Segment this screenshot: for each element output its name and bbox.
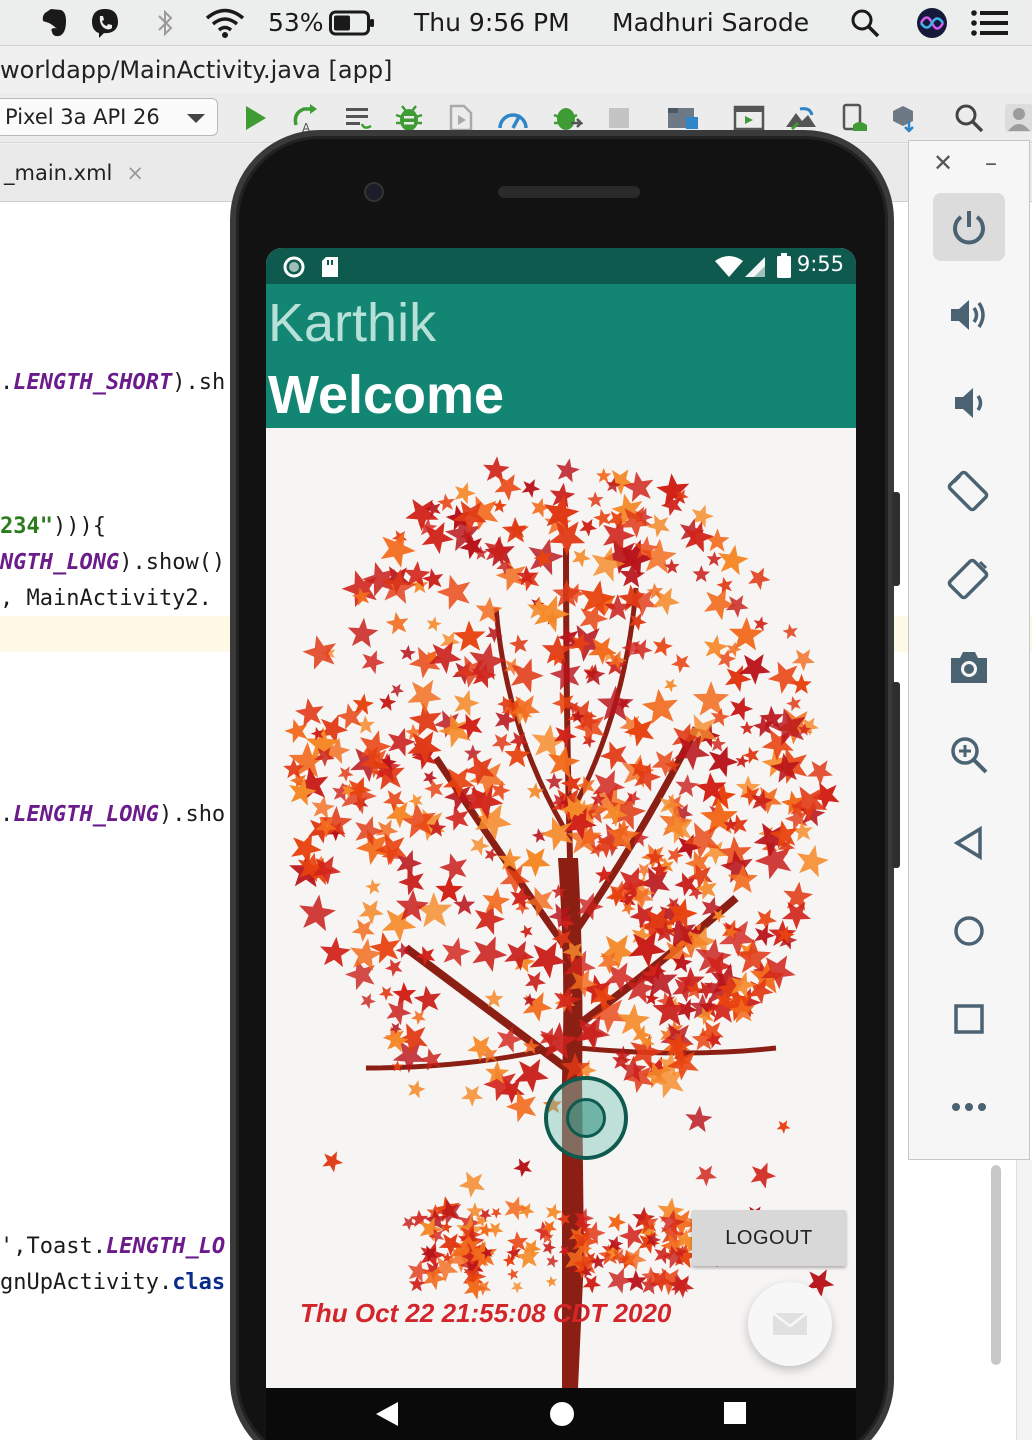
rotate-left-icon: [947, 470, 989, 512]
run-icon[interactable]: [238, 101, 272, 135]
android-nav-bar: [266, 1388, 856, 1440]
zoom-button[interactable]: [933, 721, 1005, 789]
earpiece-speaker: [498, 186, 640, 198]
code-line: , MainActivity2.: [0, 586, 212, 611]
back-triangle-icon: [953, 825, 982, 861]
welcome-heading: Welcome: [268, 365, 505, 425]
code-line: gnUpActivity.clas: [0, 1270, 226, 1295]
ide-window-title: worldapp/MainActivity.java [app]: [0, 56, 393, 84]
phone-volume-key[interactable]: [892, 682, 900, 868]
overview-button[interactable]: [933, 985, 1005, 1053]
phone-power-key[interactable]: [892, 492, 900, 586]
home-circle-icon: [954, 916, 984, 946]
code-line: .LENGTH_LONG).sho: [0, 802, 226, 827]
overview-square-icon: [954, 1004, 984, 1034]
macos-menu-bar: 53% Thu 9:56 PM Madhuri Sarode: [0, 0, 1032, 46]
android-status-bar: 9:55: [266, 248, 856, 284]
touch-indicator: [544, 1076, 628, 1160]
battery-icon[interactable]: [328, 6, 376, 40]
app-toolbar: Karthik Welcome: [266, 284, 856, 428]
chevron-down-icon: [187, 114, 205, 123]
tab-activity-main-xml[interactable]: _main.xml ×: [0, 144, 148, 202]
menubar-clock[interactable]: Thu 9:56 PM: [414, 7, 570, 39]
android-screen: 9:55 Karthik Welcome LOGOUT Thu Oct 22 2…: [266, 248, 856, 1388]
more-options-button[interactable]: [933, 1073, 1005, 1141]
status-bar-time: 9:55: [796, 252, 844, 276]
email-icon: [772, 1312, 808, 1335]
rotate-right-icon: [947, 558, 989, 600]
rotate-right-button[interactable]: [933, 545, 1005, 613]
front-camera: [364, 182, 384, 202]
back-button[interactable]: [933, 809, 1005, 877]
more-dots-icon: [952, 1103, 986, 1111]
device-manager-icon[interactable]: [838, 101, 872, 135]
screenshot-button[interactable]: [933, 633, 1005, 701]
power-icon: [953, 211, 985, 245]
spotlight-search-icon[interactable]: [848, 6, 882, 40]
code-line: ',Toast.LENGTH_LO: [0, 1234, 226, 1259]
minimize-icon[interactable]: –: [985, 149, 997, 177]
sd-card-icon: [322, 257, 338, 277]
rotate-left-button[interactable]: [933, 457, 1005, 525]
power-button[interactable]: [933, 193, 1005, 261]
nav-overview-icon[interactable]: [722, 1400, 748, 1426]
volume-down-button[interactable]: [933, 369, 1005, 437]
nav-home-icon[interactable]: [548, 1400, 576, 1428]
viber-icon[interactable]: [88, 6, 122, 40]
sync-status-icon: [283, 256, 305, 278]
tab-close-icon[interactable]: ×: [126, 161, 144, 185]
wifi-signal-icon: [715, 256, 743, 277]
editor-scrollbar[interactable]: [991, 1165, 1001, 1365]
battery-percent: 53%: [268, 8, 324, 37]
phone-battery-icon: [777, 253, 791, 278]
cell-signal-icon: [745, 257, 765, 277]
menubar-user-name[interactable]: Madhuri Sarode: [612, 7, 809, 39]
device-selector-label: Pixel 3a API 26: [5, 105, 160, 129]
nav-back-icon[interactable]: [374, 1400, 400, 1428]
side-tool-window-strip: [1016, 1160, 1032, 1440]
code-line: NGTH_LONG).show(): [0, 550, 226, 575]
volume-down-icon: [955, 388, 983, 418]
volume-up-button[interactable]: [933, 281, 1005, 349]
email-fab[interactable]: [748, 1282, 832, 1366]
account-avatar-icon[interactable]: [1002, 101, 1032, 135]
logout-button[interactable]: LOGOUT: [692, 1210, 846, 1266]
ide-title-bar: worldapp/MainActivity.java [app]: [0, 47, 1032, 93]
close-icon[interactable]: ✕: [933, 149, 953, 177]
search-everywhere-icon[interactable]: [952, 101, 986, 135]
bluetooth-icon[interactable]: [152, 6, 178, 40]
current-date-text: Thu Oct 22 21:55:08 CDT 2020: [300, 1298, 672, 1328]
code-line: .LENGTH_SHORT).sh: [0, 370, 226, 395]
layout-inspector-icon[interactable]: [888, 101, 922, 135]
user-name-label: Karthik: [268, 293, 437, 353]
zoom-in-icon: [951, 737, 988, 774]
emulator-control-panel: ✕ –: [908, 140, 1030, 1160]
wifi-icon[interactable]: [204, 6, 246, 40]
siri-icon[interactable]: [914, 6, 950, 40]
code-line: 234"))){: [0, 514, 106, 539]
volume-up-icon: [951, 300, 985, 330]
device-selector[interactable]: Pixel 3a API 26: [0, 98, 218, 136]
evernote-icon[interactable]: [38, 6, 70, 40]
notification-center-icon[interactable]: [970, 6, 1010, 40]
tab-label: _main.xml: [4, 161, 113, 185]
home-button[interactable]: [933, 897, 1005, 965]
camera-icon: [951, 652, 987, 683]
